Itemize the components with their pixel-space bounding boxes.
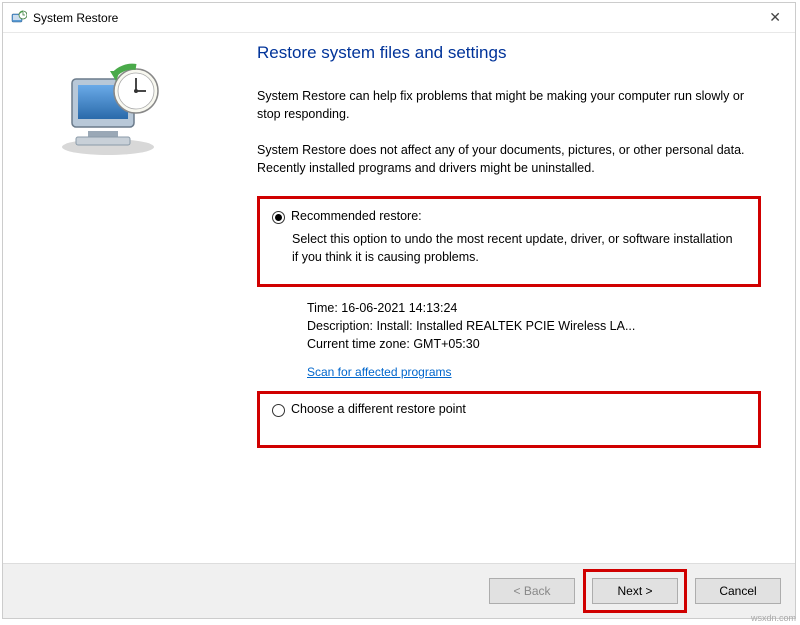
dialog-body: Restore system files and settings System… bbox=[3, 33, 795, 561]
detail-time: Time: 16-06-2021 14:13:24 bbox=[307, 301, 761, 315]
radio-recommended-desc: Select this option to undo the most rece… bbox=[292, 230, 740, 266]
radio-different[interactable] bbox=[272, 404, 285, 417]
close-button[interactable]: ✕ bbox=[763, 9, 787, 26]
option-recommended-row[interactable]: Recommended restore: bbox=[272, 209, 740, 224]
button-footer: < Back Next > Cancel bbox=[3, 563, 795, 618]
titlebar: System Restore ✕ bbox=[3, 3, 795, 33]
system-restore-icon bbox=[11, 10, 27, 26]
radio-recommended-label: Recommended restore: bbox=[291, 209, 422, 223]
detail-timezone: Current time zone: GMT+05:30 bbox=[307, 337, 761, 351]
page-heading: Restore system files and settings bbox=[257, 43, 761, 63]
option-different-row[interactable]: Choose a different restore point bbox=[272, 402, 746, 417]
detail-description: Description: Install: Installed REALTEK … bbox=[307, 319, 761, 333]
next-button[interactable]: Next > bbox=[592, 578, 678, 604]
intro-text-2: System Restore does not affect any of yo… bbox=[257, 141, 757, 177]
radio-recommended[interactable] bbox=[272, 211, 285, 224]
recommended-option-highlight: Recommended restore: Select this option … bbox=[257, 196, 761, 287]
scan-affected-programs-link[interactable]: Scan for affected programs bbox=[307, 365, 452, 379]
different-option-highlight: Choose a different restore point bbox=[257, 391, 761, 448]
intro-text-1: System Restore can help fix problems tha… bbox=[257, 87, 757, 123]
content-area: Restore system files and settings System… bbox=[223, 33, 795, 561]
next-button-highlight: Next > bbox=[583, 569, 687, 613]
wizard-graphic bbox=[58, 61, 168, 164]
window-title: System Restore bbox=[33, 11, 763, 25]
cancel-button[interactable]: Cancel bbox=[695, 578, 781, 604]
watermark: wsxdn.com bbox=[751, 613, 796, 623]
back-button: < Back bbox=[489, 578, 575, 604]
sidebar bbox=[3, 33, 223, 561]
restore-point-details: Time: 16-06-2021 14:13:24 Description: I… bbox=[307, 301, 761, 379]
system-restore-window: System Restore ✕ bbox=[2, 2, 796, 619]
radio-different-label: Choose a different restore point bbox=[291, 402, 466, 416]
